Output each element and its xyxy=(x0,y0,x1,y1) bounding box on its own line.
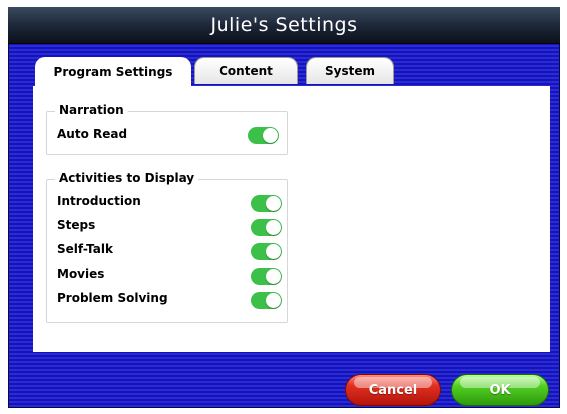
tab-system[interactable]: System xyxy=(306,57,394,84)
cancel-button[interactable]: Cancel xyxy=(345,374,441,406)
activities-group: Activities to Display Introduction Steps… xyxy=(46,171,288,323)
narration-legend: Narration xyxy=(55,103,128,117)
tab-label: Content xyxy=(219,64,273,78)
tab-content[interactable]: Content xyxy=(194,57,298,84)
toggle-knob xyxy=(266,293,281,308)
cancel-button-label: Cancel xyxy=(368,382,418,398)
toggle-knob xyxy=(266,196,281,211)
introduction-row: Introduction xyxy=(47,191,287,213)
tab-label: System xyxy=(325,64,375,78)
title-bar: Julie's Settings xyxy=(8,7,560,44)
problem-solving-label: Problem Solving xyxy=(57,291,168,305)
steps-label: Steps xyxy=(57,218,96,232)
self-talk-toggle[interactable] xyxy=(251,243,282,260)
self-talk-label: Self-Talk xyxy=(57,242,113,256)
toggle-knob xyxy=(266,244,281,259)
toggle-knob xyxy=(263,128,278,143)
tab-label: Program Settings xyxy=(53,65,173,79)
introduction-toggle[interactable] xyxy=(251,195,282,212)
auto-read-toggle[interactable] xyxy=(248,127,279,144)
movies-toggle[interactable] xyxy=(251,268,282,285)
steps-toggle[interactable] xyxy=(251,219,282,236)
narration-group: Narration Auto Read xyxy=(46,103,288,155)
steps-row: Steps xyxy=(47,215,287,237)
ok-button[interactable]: OK xyxy=(451,374,549,406)
introduction-label: Introduction xyxy=(57,194,141,208)
problem-solving-toggle[interactable] xyxy=(251,292,282,309)
movies-row: Movies xyxy=(47,264,287,286)
window-title: Julie's Settings xyxy=(210,14,358,36)
problem-solving-row: Problem Solving xyxy=(47,288,287,310)
auto-read-row: Auto Read xyxy=(47,124,287,146)
activities-legend: Activities to Display xyxy=(55,171,199,185)
auto-read-label: Auto Read xyxy=(57,127,128,141)
settings-window: Julie's Settings Program Settings Conten… xyxy=(8,7,560,408)
tab-program-settings[interactable]: Program Settings xyxy=(35,57,191,87)
toggle-knob xyxy=(266,269,281,284)
settings-panel: Narration Auto Read Activities to Displa… xyxy=(33,86,550,352)
ok-button-label: OK xyxy=(489,382,511,398)
self-talk-row: Self-Talk xyxy=(47,239,287,261)
toggle-knob xyxy=(266,220,281,235)
movies-label: Movies xyxy=(57,267,105,281)
